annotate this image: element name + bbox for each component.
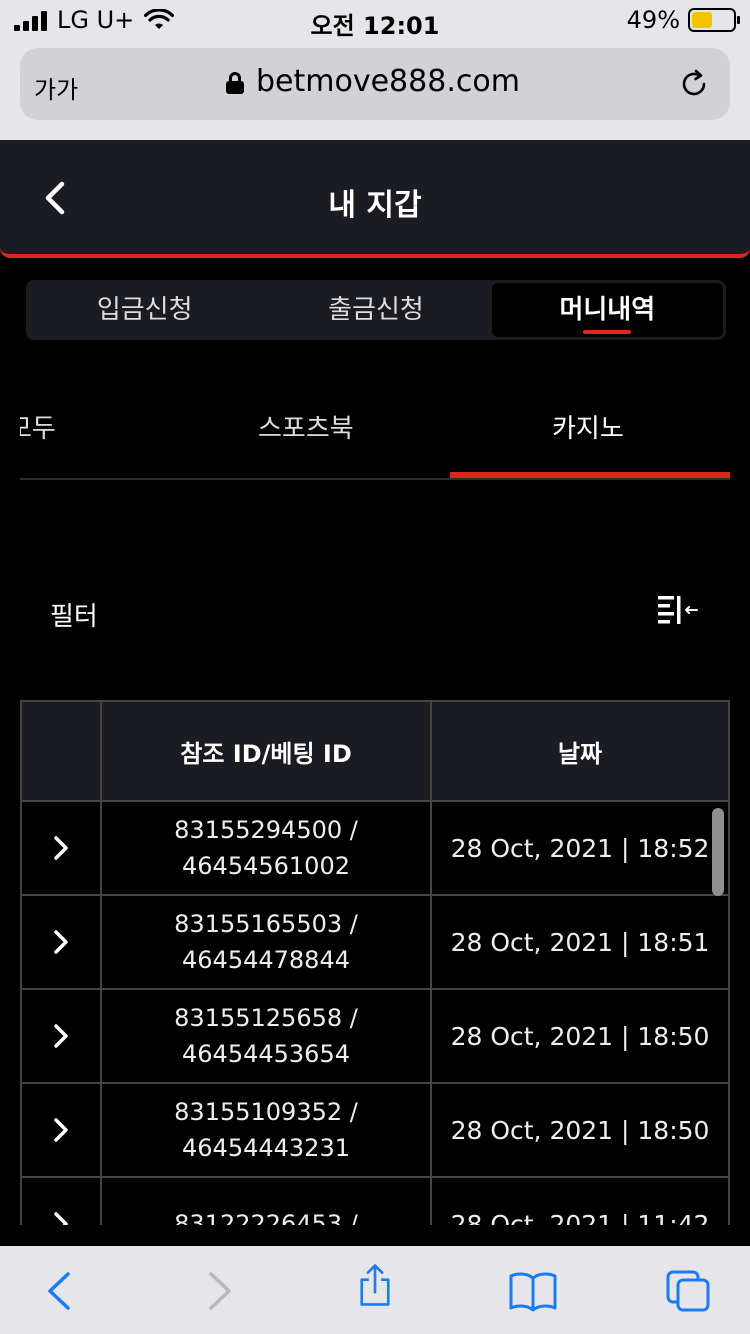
subtab-casino[interactable]: 카지노 bbox=[552, 408, 624, 445]
table-row[interactable]: 83122226453 / 28 Oct, 2021 | 11:42 bbox=[22, 1178, 728, 1225]
url-text[interactable]: betmove888.com bbox=[256, 64, 520, 99]
row-expand-button[interactable] bbox=[22, 896, 102, 988]
table-row[interactable]: 83155109352 / 46454443231 28 Oct, 2021 |… bbox=[22, 1084, 728, 1178]
share-icon[interactable] bbox=[350, 1262, 400, 1308]
ref-id: 83155109352 / bbox=[174, 1098, 358, 1126]
table-scrollbar[interactable] bbox=[712, 808, 724, 896]
chevron-right-icon bbox=[54, 836, 68, 860]
bookmarks-icon[interactable] bbox=[508, 1268, 558, 1314]
date-cell: 28 Oct, 2021 | 18:50 bbox=[450, 1021, 710, 1051]
table-row[interactable]: 83155165503 / 46454478844 28 Oct, 2021 |… bbox=[22, 896, 728, 990]
header-date: 날짜 bbox=[557, 739, 603, 768]
subtab-all[interactable]: 모두 bbox=[20, 408, 56, 445]
subtab-sportsbook[interactable]: 스포츠북 bbox=[258, 408, 354, 445]
subtab-active-indicator bbox=[450, 472, 730, 478]
bet-id: 46454453654 bbox=[182, 1040, 350, 1068]
date-cell: 28 Oct, 2021 | 18:50 bbox=[450, 1115, 710, 1145]
date-cell: 28 Oct, 2021 | 18:51 bbox=[450, 927, 710, 957]
ref-bet-id-cell: 83155294500 / 46454561002 bbox=[102, 802, 432, 894]
ref-bet-id-cell: 83155165503 / 46454478844 bbox=[102, 896, 432, 988]
text-size-button[interactable]: 가가 bbox=[34, 70, 78, 105]
battery-percent: 49% bbox=[626, 6, 680, 34]
filter-label: 필터 bbox=[50, 602, 98, 632]
battery-icon bbox=[688, 8, 740, 32]
address-bar[interactable]: 가가 betmove888.com bbox=[20, 48, 730, 120]
chevron-right-icon bbox=[54, 1118, 68, 1142]
ref-bet-id-cell: 83155125658 / 46454453654 bbox=[102, 990, 432, 1082]
date-cell: 28 Oct, 2021 | 11:42 bbox=[450, 1209, 710, 1226]
row-expand-button[interactable] bbox=[22, 990, 102, 1082]
transaction-table: 참조 ID/베팅 ID 날짜 83155294500 / 46454561002… bbox=[20, 700, 730, 1225]
row-expand-button[interactable] bbox=[22, 1084, 102, 1176]
ref-id: 83155165503 / bbox=[174, 910, 358, 938]
status-bar: LG U+ 오전 12:01 49% bbox=[0, 0, 750, 42]
tab-deposit[interactable]: 입금신청 bbox=[29, 283, 260, 337]
date-cell: 28 Oct, 2021 | 18:52 bbox=[450, 833, 710, 863]
table-row[interactable]: 83155125658 / 46454453654 28 Oct, 2021 |… bbox=[22, 990, 728, 1084]
tab-money-history[interactable]: 머니내역 bbox=[491, 283, 723, 337]
chevron-right-icon bbox=[54, 1212, 68, 1225]
status-right: 49% bbox=[626, 6, 740, 34]
ref-bet-id-cell: 83155109352 / 46454443231 bbox=[102, 1084, 432, 1176]
history-subtabs: 모두 스포츠북 카지노 bbox=[20, 380, 730, 480]
ref-id: 83122226453 / bbox=[174, 1210, 358, 1225]
chevron-right-icon bbox=[54, 1024, 68, 1048]
reload-icon[interactable] bbox=[678, 68, 710, 100]
tabs-icon[interactable] bbox=[664, 1268, 714, 1314]
chevron-right-icon bbox=[54, 930, 68, 954]
ref-bet-id-cell: 83122226453 / bbox=[102, 1178, 432, 1225]
bet-id: 46454443231 bbox=[182, 1134, 350, 1162]
page-title: 내 지갑 bbox=[328, 188, 422, 223]
wallet-tabs: 입금신청 출금신청 머니내역 bbox=[26, 280, 726, 340]
tab-withdraw[interactable]: 출금신청 bbox=[260, 283, 491, 337]
filter-collapse-icon[interactable] bbox=[656, 594, 700, 626]
header-ref-id: 참조 ID/베팅 ID bbox=[102, 702, 432, 800]
safari-toolbar bbox=[0, 1246, 750, 1334]
table-row[interactable]: 83155294500 / 46454561002 28 Oct, 2021 |… bbox=[22, 802, 728, 896]
safari-top-chrome: LG U+ 오전 12:01 49% 가가 betmove888.com bbox=[0, 0, 750, 140]
lock-icon bbox=[226, 72, 244, 94]
row-expand-button[interactable] bbox=[22, 802, 102, 894]
ref-id: 83155125658 / bbox=[174, 1004, 358, 1032]
battery-fill bbox=[692, 12, 712, 28]
back-arrow-icon[interactable] bbox=[36, 1268, 86, 1314]
bet-id: 46454478844 bbox=[182, 946, 350, 974]
forward-arrow-icon[interactable] bbox=[193, 1268, 243, 1314]
table-header: 참조 ID/베팅 ID 날짜 bbox=[22, 702, 728, 802]
app-header: 내 지갑 bbox=[0, 140, 750, 258]
bet-id: 46454561002 bbox=[182, 852, 350, 880]
ref-id: 83155294500 / bbox=[174, 816, 358, 844]
header-expand-col bbox=[22, 702, 102, 800]
row-expand-button[interactable] bbox=[22, 1178, 102, 1225]
